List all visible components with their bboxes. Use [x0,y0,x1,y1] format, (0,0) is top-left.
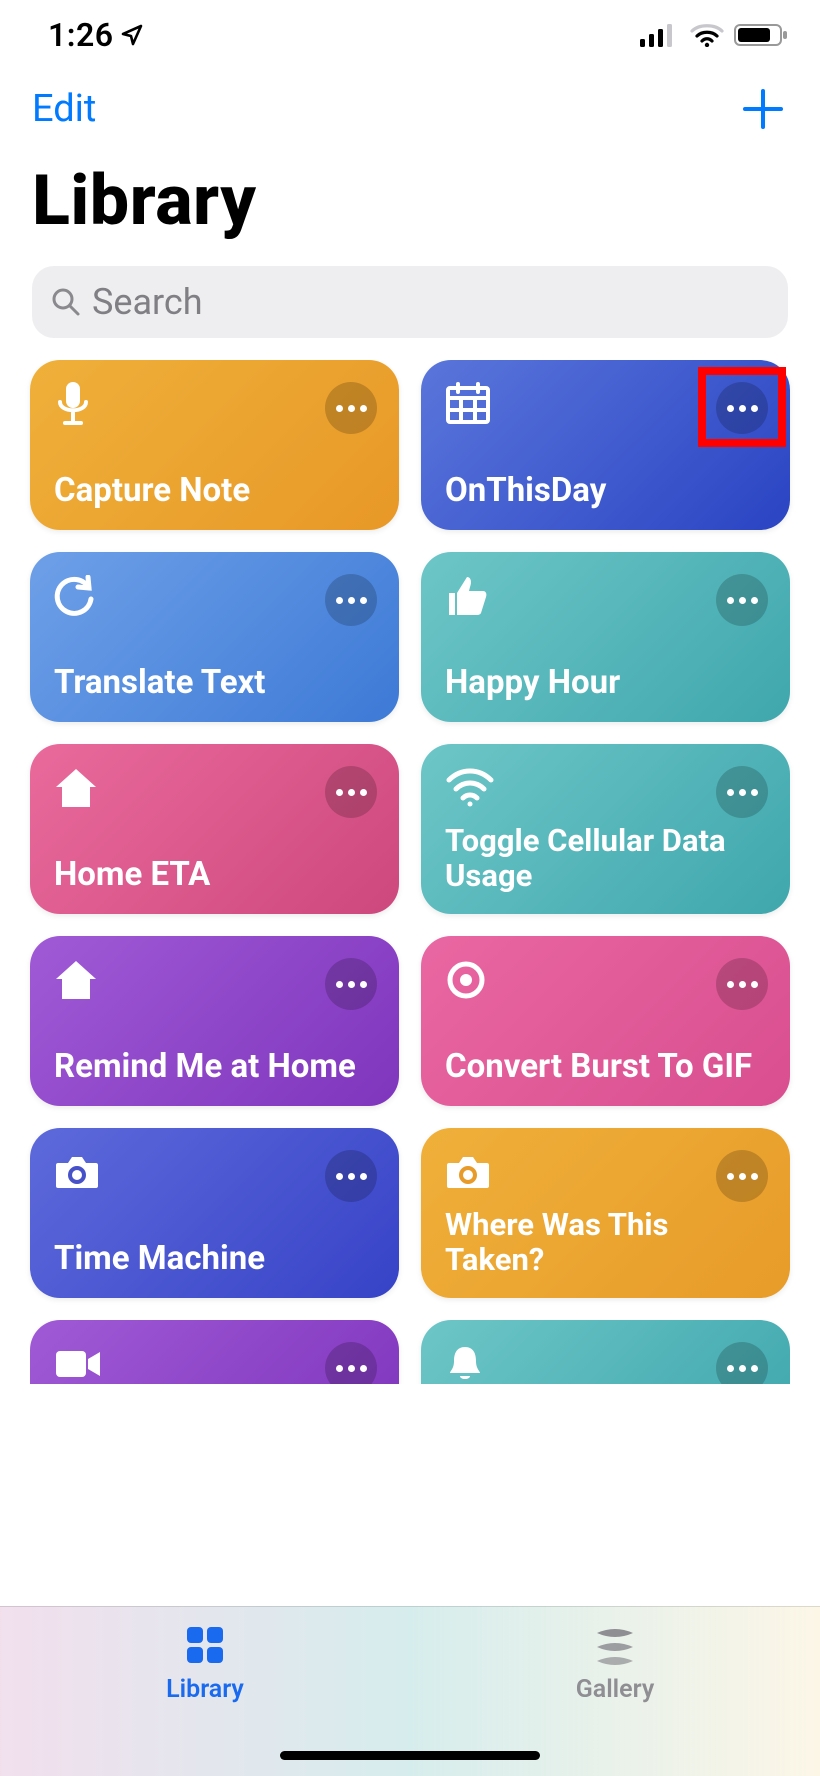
shortcut-remind-home[interactable]: Remind Me at Home [30,936,399,1106]
more-button[interactable] [325,382,377,434]
shortcut-convert-burst[interactable]: Convert Burst To GIF [421,936,790,1106]
battery-icon [734,23,790,47]
shortcut-grid: Capture Note OnThisDay [0,360,820,1606]
more-button[interactable] [716,766,768,818]
add-button[interactable] [738,84,788,134]
cellular-icon [640,23,680,47]
shortcut-where-taken[interactable]: Where Was This Taken? [421,1128,790,1298]
wifi-icon [690,23,724,47]
plus-icon [741,87,785,131]
shortcut-capture-note[interactable]: Capture Note [30,360,399,530]
more-button[interactable] [325,1150,377,1202]
shortcut-title: Happy Hour [445,664,766,702]
more-button[interactable] [716,382,768,434]
shortcut-time-machine[interactable]: Time Machine [30,1128,399,1298]
status-time: 1:26 [48,16,114,54]
search-container: Search [32,266,788,338]
status-icons [640,23,790,47]
more-button[interactable] [325,958,377,1010]
gallery-tab-icon [589,1621,641,1669]
edit-button[interactable]: Edit [32,87,96,131]
tab-label: Library [166,1675,244,1704]
library-tab-icon [181,1621,229,1669]
shortcut-title: Convert Burst To GIF [445,1048,766,1086]
tab-label: Gallery [576,1675,655,1704]
page-title: Library [0,140,820,256]
tab-gallery[interactable]: Gallery [410,1621,820,1752]
shortcut-happy-hour[interactable]: Happy Hour [421,552,790,722]
shortcut-title: Translate Text [54,664,375,702]
more-button[interactable] [716,1150,768,1202]
shortcut-onthisday[interactable]: OnThisDay [421,360,790,530]
more-button[interactable] [716,958,768,1010]
shortcut-title: Where Was This Taken? [445,1207,766,1278]
search-icon [50,286,82,318]
more-button[interactable] [325,574,377,626]
shortcut-title: Capture Note [54,472,375,510]
shortcut-title: Time Machine [54,1240,375,1278]
shortcut-translate-text[interactable]: Translate Text [30,552,399,722]
shortcut-partial-left[interactable] [30,1320,399,1384]
home-indicator[interactable] [280,1751,540,1760]
more-button[interactable] [716,574,768,626]
status-bar: 1:26 [0,0,820,70]
location-icon [120,23,144,47]
shortcut-home-eta[interactable]: Home ETA [30,744,399,914]
shortcut-title: Remind Me at Home [54,1048,375,1086]
status-time-group: 1:26 [48,16,144,54]
shortcut-title: OnThisDay [445,472,766,510]
tab-library[interactable]: Library [0,1621,410,1752]
shortcut-partial-right[interactable] [421,1320,790,1384]
shortcut-title: Home ETA [54,856,375,894]
search-input[interactable]: Search [32,266,788,338]
more-button[interactable] [325,766,377,818]
shortcut-title: Toggle Cellular Data Usage [445,823,766,894]
nav-bar: Edit [0,70,820,140]
search-placeholder: Search [92,281,203,323]
shortcut-toggle-cellular[interactable]: Toggle Cellular Data Usage [421,744,790,914]
